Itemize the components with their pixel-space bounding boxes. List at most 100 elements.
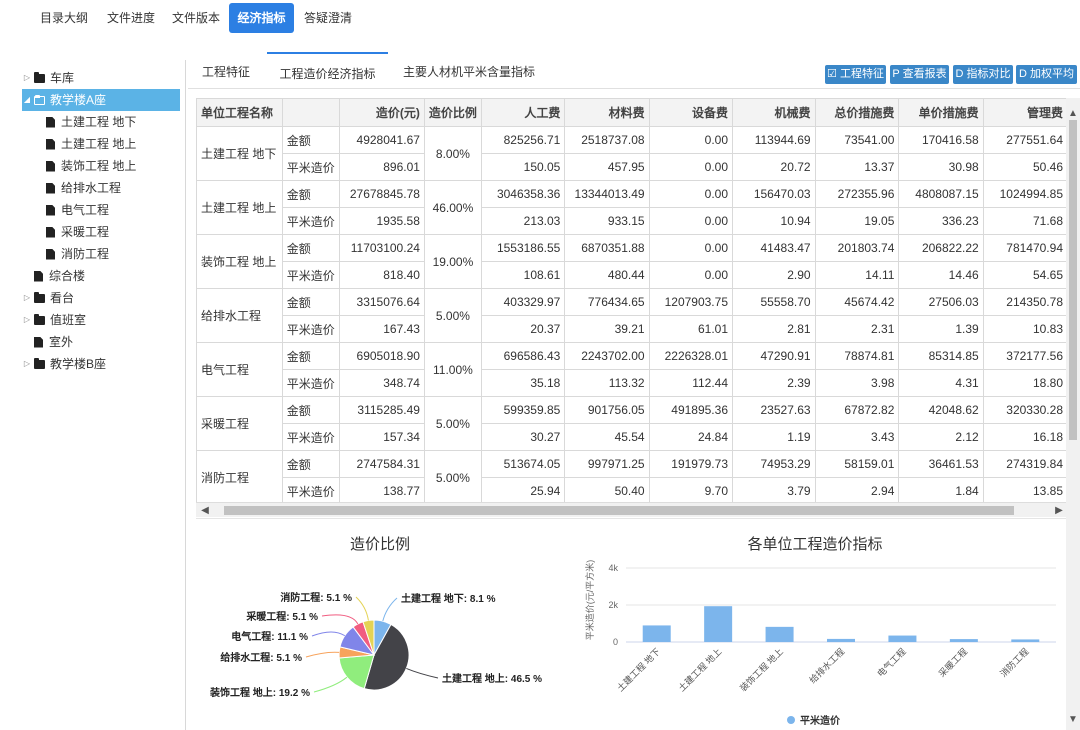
view-report-button[interactable]: P 查看报表 [890, 65, 949, 84]
column-header[interactable]: 单价措施费 [898, 98, 984, 127]
tree-node[interactable]: 电气工程 [44, 199, 109, 221]
expand-caret-icon[interactable]: ▷ [22, 309, 32, 331]
bar[interactable] [765, 626, 794, 642]
scroll-left-icon[interactable]: ◀ [198, 503, 212, 518]
column-header[interactable]: 设备费 [648, 98, 734, 127]
expand-caret-icon[interactable]: ▷ [22, 287, 32, 309]
value-cell: 2.94 [814, 477, 900, 502]
bar[interactable] [888, 635, 917, 642]
tab-file-progress[interactable]: 文件进度 [103, 3, 159, 33]
expand-caret-icon[interactable]: ▷ [22, 67, 32, 89]
column-header[interactable]: 造价(元) [338, 98, 425, 127]
value-cell: 896.01 [338, 153, 425, 181]
index-compare-button[interactable]: D 指标对比 [953, 65, 1013, 84]
column-header[interactable]: 单位工程名称 [196, 98, 283, 127]
column-header[interactable]: 总价措施费 [814, 98, 900, 127]
value-cell: 4808087.15 [898, 180, 984, 208]
tree-node[interactable]: 室外 [22, 331, 73, 353]
tree-node[interactable]: 装饰工程 地上 [44, 155, 136, 177]
column-header[interactable] [281, 98, 340, 127]
file-icon [46, 204, 55, 216]
tree-node[interactable]: ▷ 教学楼B座 [22, 353, 106, 375]
table-row[interactable]: 平米造价 818.40 108.61 480.44 0.00 2.90 14.11 14.46… [197, 261, 1068, 289]
vertical-scrollbar[interactable]: ▲ ▼ [1066, 98, 1080, 730]
project-features-button[interactable]: ☑ 工程特征 [825, 65, 886, 84]
table-row[interactable]: 消防工程 金额 2747584.31 5.00% 513674.05 997971.25 1… [196, 450, 1068, 502]
table-row[interactable]: 土建工程 地上 金额 27678845.78 46.00% 3046358.36 1334… [196, 180, 1068, 235]
tree-node-label: 综合楼 [49, 269, 86, 283]
table-row[interactable]: 平米造价 167.43 20.37 39.21 61.01 2.81 2.31 1.39 10.… [197, 315, 1068, 343]
value-cell: 2.39 [732, 369, 816, 397]
legend-label[interactable]: 平米造价 [800, 714, 841, 727]
value-cell: 513674.05 [480, 450, 566, 478]
expand-caret-icon[interactable]: ◢ [22, 89, 32, 111]
bar[interactable] [1011, 639, 1040, 642]
tree-node[interactable]: ◢ 教学楼A座 [22, 89, 180, 111]
table-row[interactable]: 平米造价 157.34 30.27 45.54 24.84 1.19 3.43 2.12 16.… [197, 423, 1068, 451]
tree-node[interactable]: 土建工程 地下 [44, 111, 136, 133]
bar[interactable] [949, 639, 978, 642]
table-row[interactable]: 装饰工程 地上 金额 11703100.24 19.00% 1553186.55 6870… [196, 234, 1068, 289]
tree-node[interactable]: ▷ 车库 [22, 67, 74, 89]
table-row[interactable]: 电气工程 金额 6905018.90 11.00% 696586.43 2243702.0… [196, 342, 1068, 397]
folder-icon [34, 313, 45, 325]
folder-open-icon [34, 94, 45, 105]
bar[interactable] [642, 625, 671, 642]
tab-cost-index[interactable]: 工程造价经济指标 [267, 52, 388, 88]
value-cell: 1553186.55 [480, 234, 566, 262]
tab-qa[interactable]: 答疑澄清 [300, 3, 356, 33]
column-header[interactable]: 机械费 [732, 98, 816, 127]
legend-marker-icon[interactable] [787, 716, 795, 724]
tree-node-label: 教学楼B座 [50, 357, 107, 371]
table-row[interactable]: 平米造价 1935.58 213.03 933.15 0.00 10.94 19.05 336… [197, 207, 1068, 235]
unit-name-cell: 土建工程 地上 [196, 180, 283, 235]
project-tree: ▷ 车库 ◢ 教学楼A座土建工程 地下 土建工程 地上 装饰工程 地上 给排水工程 电气工程采… [0, 60, 186, 730]
file-icon [46, 182, 55, 194]
table-row[interactable]: 平米造价 348.74 35.18 113.32 112.44 2.39 3.98 4.31 1… [197, 369, 1068, 397]
tree-node-label: 教学楼A座 [50, 93, 107, 107]
tree-node[interactable]: 消防工程 [44, 243, 109, 265]
value-cell: 3046358.36 [480, 180, 566, 208]
value-cell: 50.40 [564, 477, 650, 502]
value-cell: 825256.71 [480, 126, 566, 154]
tree-node[interactable]: 土建工程 地上 [44, 133, 136, 155]
tab-project-features[interactable]: 工程特征 [194, 52, 258, 88]
weighted-average-button[interactable]: D 加权平均 [1016, 65, 1077, 84]
tree-node[interactable]: 给排水工程 [44, 177, 121, 199]
scroll-down-icon[interactable]: ▼ [1066, 714, 1080, 728]
table-row[interactable]: 平米造价 896.01 150.05 457.95 0.00 20.72 13.37 30.9… [197, 153, 1068, 181]
tree-node[interactable]: ▷ 看台 [22, 287, 74, 309]
column-header[interactable]: 人工费 [480, 98, 566, 127]
bar[interactable] [704, 606, 733, 642]
value-cell: 20.72 [732, 153, 816, 181]
tab-outline[interactable]: 目录大纲 [36, 3, 92, 33]
column-header[interactable]: 管理费 [982, 98, 1068, 127]
scroll-thumb[interactable] [224, 506, 1014, 515]
value-cell: 901756.05 [564, 396, 650, 424]
tab-material-index[interactable]: 主要人材机平米含量指标 [396, 52, 542, 88]
value-cell: 2.12 [898, 423, 984, 451]
horizontal-scrollbar[interactable]: ◀ ▶ [196, 502, 1068, 517]
tab-economic-index[interactable]: 经济指标 [229, 3, 294, 33]
tab-file-version[interactable]: 文件版本 [168, 3, 224, 33]
scroll-thumb[interactable] [1069, 120, 1077, 440]
value-cell: 150.05 [480, 153, 566, 181]
bar[interactable] [827, 638, 855, 642]
tree-node[interactable]: ▷ 值班室 [22, 309, 86, 331]
value-cell: 0.00 [648, 180, 734, 208]
tree-node[interactable]: 采暖工程 [44, 221, 109, 243]
table-row[interactable]: 采暖工程 金额 3115285.49 5.00% 599359.85 901756.05 4… [196, 396, 1068, 451]
tree-node[interactable]: 综合楼 [22, 265, 85, 287]
expand-caret-icon[interactable]: ▷ [22, 353, 32, 375]
value-cell: 71.68 [982, 207, 1068, 235]
pie-label: 土建工程 地下: 8.1 % [401, 592, 496, 605]
column-header[interactable]: 材料费 [564, 98, 650, 127]
column-header[interactable]: 造价比例 [423, 98, 482, 127]
value-cell: 1935.58 [338, 207, 425, 235]
scroll-right-icon[interactable]: ▶ [1052, 503, 1066, 518]
table-row[interactable]: 给排水工程 金额 3315076.64 5.00% 403329.97 776434.65… [196, 288, 1068, 343]
table-row[interactable]: 土建工程 地下 金额 4928041.67 8.00% 825256.71 2518737… [196, 126, 1068, 181]
value-cell: 372177.56 [982, 342, 1068, 370]
value-cell: 191979.73 [648, 450, 734, 478]
table-row[interactable]: 平米造价 138.77 25.94 50.40 9.70 3.79 2.94 1.84 13.8… [197, 477, 1068, 502]
